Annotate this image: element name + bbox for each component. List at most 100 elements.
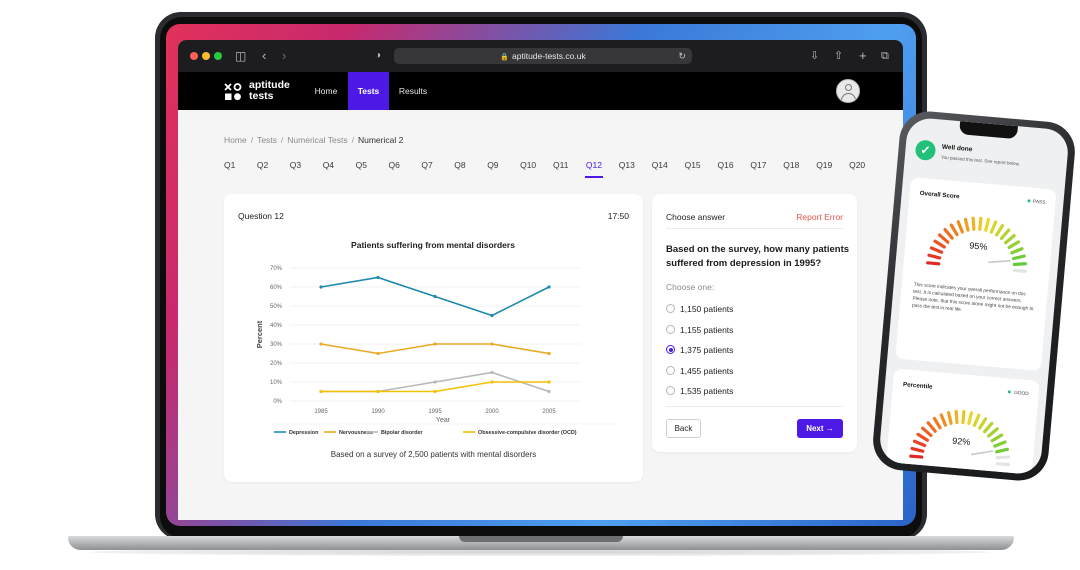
breadcrumb-current: Numerical 2 (357, 135, 404, 145)
data-point (547, 351, 551, 356)
next-button[interactable]: Next → (797, 419, 843, 438)
arrow-right-icon: → (825, 424, 834, 433)
report-error-link[interactable]: Report Error (796, 212, 843, 222)
gauge-tick (1004, 234, 1016, 245)
result-title: Well done (941, 143, 973, 154)
tab-q4[interactable]: Q4 (323, 160, 334, 170)
data-point (547, 389, 551, 394)
maximize-window-button[interactable] (214, 52, 222, 60)
tab-q17[interactable]: Q17 (750, 160, 766, 170)
legend-label: Bipolar disorder (381, 430, 424, 436)
tab-q6[interactable]: Q6 (389, 160, 400, 170)
line-chart: Patients suffering from mental disorders… (255, 240, 616, 436)
radio-button[interactable] (666, 345, 675, 354)
tab-q8[interactable]: Q8 (454, 160, 465, 170)
gauge-tick (995, 455, 1011, 460)
gauge-tick (909, 454, 924, 459)
radio-button[interactable] (666, 365, 675, 375)
percentile-title: Percentile (902, 381, 933, 391)
tab-q11[interactable]: Q11 (553, 160, 568, 170)
tab-q14[interactable]: Q14 (652, 160, 668, 170)
radio-button[interactable] (666, 324, 675, 334)
check-icon: ✓ (914, 139, 937, 162)
data-point (547, 380, 551, 384)
gauge-tick (978, 417, 988, 430)
shield-icon[interactable]: ◑ (375, 48, 381, 64)
answer-card: Choose answer Report Error Based on the … (652, 194, 857, 452)
tab-q3[interactable]: Q3 (290, 160, 301, 170)
y-tick-label: 0% (273, 399, 282, 405)
tab-q19[interactable]: Q19 (816, 160, 832, 170)
close-window-button[interactable] (190, 52, 198, 60)
tab-q1[interactable]: Q1 (224, 160, 235, 170)
chart-title: Patients suffering from mental disorders (351, 240, 515, 250)
nav-tests[interactable]: Tests (348, 72, 389, 110)
answer-question-text: Based on the survey, how many patients s… (666, 244, 850, 269)
gauge-tick (932, 416, 942, 430)
tab-q20[interactable]: Q20 (849, 160, 865, 170)
tab-q12[interactable]: Q12 (584, 160, 604, 178)
legend-label: Depression (289, 430, 318, 436)
gauge-tick (984, 217, 990, 232)
avatar[interactable] (836, 79, 860, 103)
gauge-tick (987, 427, 999, 438)
gauge-tick (982, 421, 994, 434)
tab-q7[interactable]: Q7 (421, 160, 432, 170)
breadcrumb: Home / Tests / Numerical Tests / Numerical 2 (224, 135, 404, 145)
result-subtitle: You passed this test. See report below. (940, 154, 1021, 167)
percentile-card: Percentile GOOD 92% (884, 368, 1040, 476)
tab-q2[interactable]: Q2 (257, 160, 268, 170)
gauge-tick (926, 261, 941, 266)
tab-q5[interactable]: Q5 (356, 160, 367, 170)
data-point (376, 351, 380, 356)
download-icon[interactable]: ⇩ (810, 48, 819, 64)
tab-q13[interactable]: Q13 (619, 160, 635, 170)
overall-score-title: Overall Score (919, 189, 960, 201)
tab-q15[interactable]: Q15 (685, 160, 701, 170)
tab-q9[interactable]: Q9 (487, 160, 498, 170)
address-bar[interactable]: 🔒 aptitude-tests.co.uk ↻ (394, 48, 692, 64)
new-tab-icon[interactable]: + (859, 48, 867, 64)
sidebar-icon[interactable]: ◫ (235, 48, 246, 64)
reload-icon[interactable]: ↻ (678, 48, 686, 64)
user-icon-body (841, 93, 856, 102)
lock-icon: 🔒 (500, 54, 509, 61)
logo-text[interactable]: aptitude tests (249, 80, 290, 102)
tab-q10[interactable]: Q10 (520, 160, 536, 170)
overall-score-description: This score indicates your overall perfor… (911, 282, 1034, 314)
radio-button[interactable] (666, 386, 675, 395)
tab-q16[interactable]: Q16 (718, 160, 734, 170)
nav-results[interactable]: Results (392, 72, 434, 110)
breadcrumb-numerical-tests[interactable]: Numerical Tests (287, 135, 347, 145)
gauge-tick (1011, 254, 1026, 261)
browser-window: ◫ ‹ › ◑ 🔒 aptitude-tests.co.uk ↻ ⇩ ⇧ + ⧉ … (178, 40, 903, 520)
next-button-label: Next (806, 424, 824, 433)
gauge-tick (929, 246, 944, 254)
x-tick-label: 1990 (371, 409, 385, 415)
good-badge: GOOD (1007, 390, 1029, 397)
back-button[interactable]: Back (666, 419, 701, 438)
tab-q18[interactable]: Q18 (783, 160, 799, 170)
forward-arrow-icon[interactable]: › (282, 48, 286, 64)
gauge-tick (967, 411, 974, 426)
y-axis-label: Percent (255, 320, 264, 348)
breadcrumb-tests[interactable]: Tests (257, 135, 277, 145)
data-point (319, 342, 323, 346)
y-tick-label: 10% (270, 380, 283, 386)
gauge-tick (927, 253, 942, 260)
nav-home[interactable]: Home (306, 72, 346, 110)
y-tick-label: 20% (270, 361, 283, 367)
share-icon[interactable]: ⇧ (834, 48, 843, 64)
gauge-tick (1012, 268, 1027, 273)
x-tick-label: 1995 (428, 409, 442, 415)
divider (666, 228, 843, 229)
minimize-window-button[interactable] (202, 52, 210, 60)
breadcrumb-home[interactable]: Home (224, 135, 247, 145)
y-tick-label: 70% (270, 266, 283, 272)
phone-screen: ✓ Well done You passed this test. See re… (878, 116, 1070, 476)
tab-overview-icon[interactable]: ⧉ (881, 48, 889, 64)
laptop-hinge-notch (459, 536, 623, 542)
radio-button[interactable] (666, 304, 675, 313)
chart-caption: Based on a survey of 2,500 patients with… (330, 450, 537, 459)
back-arrow-icon[interactable]: ‹ (262, 48, 266, 64)
